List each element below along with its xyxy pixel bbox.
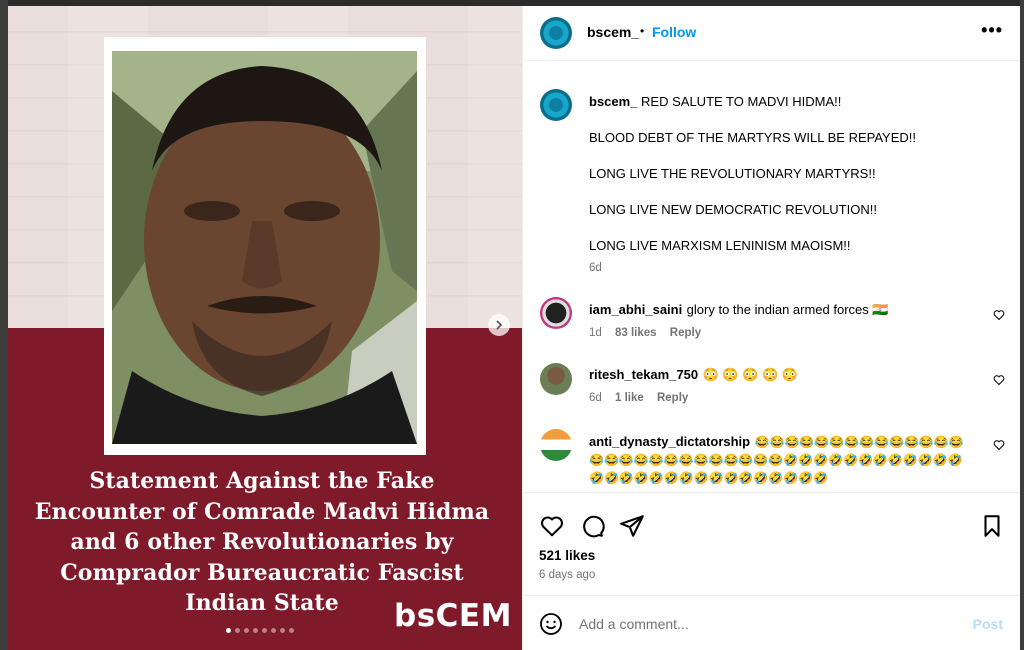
post-dialog: Statement Against the Fake Encounter of … [8, 6, 1020, 650]
save-bookmark-icon[interactable] [979, 513, 1005, 539]
slide-dot [262, 628, 267, 633]
caption-avatar[interactable] [540, 89, 572, 121]
slide-dot [244, 628, 249, 633]
portrait-photo [112, 51, 417, 444]
slide-dot [271, 628, 276, 633]
caption-time[interactable]: 6d [589, 262, 602, 274]
caption-line-5: LONG LIVE MARXISM LENINISM MAOISM!! [589, 238, 851, 253]
caption-username[interactable]: bscem_ [589, 94, 637, 109]
comment-username[interactable]: iam_abhi_saini [589, 302, 682, 317]
caption-line-1: RED SALUTE TO MADVI HIDMA!! [641, 94, 842, 109]
comment-text: glory to the indian armed forces 🇮🇳 [686, 302, 889, 317]
slide-dot [280, 628, 285, 633]
add-comment-bar: Add a comment... Post [523, 595, 1020, 650]
next-slide-button[interactable] [488, 314, 510, 336]
separator-dot: • [640, 24, 645, 38]
caption-line-2: BLOOD DEBT OF THE MARTYRS WILL BE REPAYE… [589, 130, 916, 145]
slide-dot [289, 628, 294, 633]
like-comment-heart-icon[interactable] [993, 439, 1005, 451]
commenter-avatar[interactable] [540, 363, 572, 395]
likes-count[interactable]: 521 likes [539, 548, 595, 563]
author-avatar[interactable] [540, 17, 572, 49]
like-comment-heart-icon[interactable] [993, 309, 1005, 321]
comment-time[interactable]: 1d [589, 327, 602, 339]
slide-indicator [226, 628, 294, 633]
comment-username[interactable]: ritesh_tekam_750 [589, 367, 698, 382]
comment-username[interactable]: anti_dynasty_dictatorship [589, 434, 750, 449]
caption-line-4: LONG LIVE NEW DEMOCRATIC REVOLUTION!! [589, 202, 877, 217]
like-heart-icon[interactable] [539, 513, 565, 539]
slide-dot [226, 628, 231, 633]
slide-dot [253, 628, 258, 633]
post-sidebar: bscem_ • Follow ••• bscem_ RED SALUTE TO… [522, 6, 1020, 650]
reply-button[interactable]: Reply [657, 392, 688, 404]
brand-logo-text: bsCEM [394, 598, 512, 634]
comment-likes[interactable]: 83 likes [615, 327, 657, 339]
commenter-avatar[interactable] [540, 429, 572, 461]
share-paper-plane-icon[interactable] [619, 513, 645, 539]
chevron-right-icon [496, 320, 503, 330]
follow-button[interactable]: Follow [652, 24, 696, 40]
comment-bubble-icon[interactable] [579, 513, 605, 539]
commenter-avatar[interactable] [540, 297, 572, 329]
post-header: bscem_ • Follow ••• [523, 6, 1020, 61]
post-actions: 521 likes 6 days ago [523, 492, 1020, 595]
like-comment-heart-icon[interactable] [993, 374, 1005, 386]
post-time-ago[interactable]: 6 days ago [539, 569, 595, 581]
comment-input[interactable]: Add a comment... [579, 616, 689, 632]
emoji-smiley-icon[interactable] [539, 612, 563, 636]
comment-time[interactable]: 6d [589, 392, 602, 404]
comment-text: 😳 😳 😳 😳 😳 [702, 367, 798, 382]
post-comment-button[interactable]: Post [973, 616, 1003, 632]
slide-dot [235, 628, 240, 633]
post-media: Statement Against the Fake Encounter of … [8, 6, 522, 650]
comments-section[interactable]: bscem_ RED SALUTE TO MADVI HIDMA!! BLOOD… [523, 61, 1020, 491]
comment-likes[interactable]: 1 like [615, 392, 644, 404]
author-username[interactable]: bscem_ [587, 24, 639, 40]
caption-line-3: LONG LIVE THE REVOLUTIONARY MARTYRS!! [589, 166, 876, 181]
post-headline: Statement Against the Fake Encounter of … [34, 468, 490, 616]
reply-button[interactable]: Reply [670, 327, 701, 339]
more-options-button[interactable]: ••• [981, 20, 1003, 41]
